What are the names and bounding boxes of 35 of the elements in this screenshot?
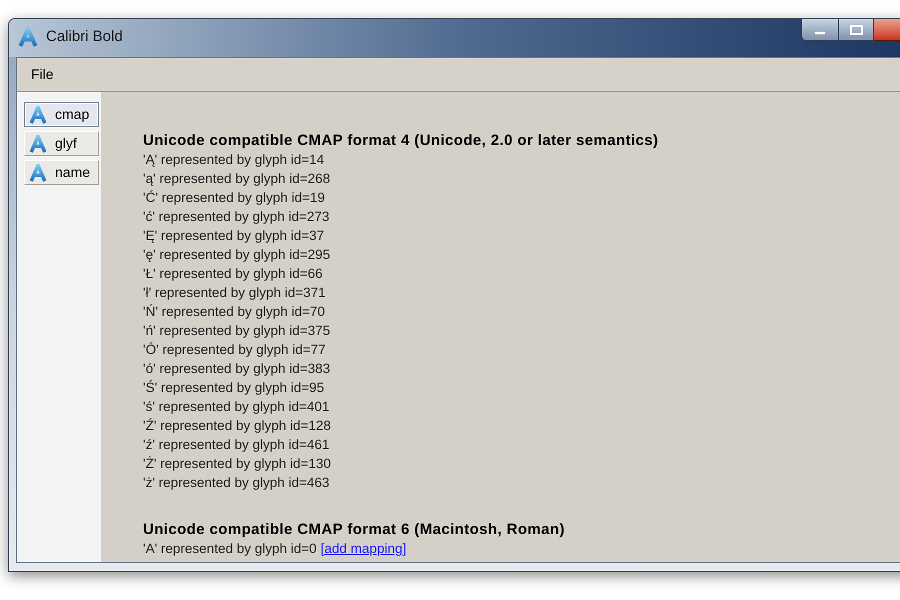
- sidebar-button[interactable]: cmap: [24, 102, 99, 127]
- glyph-mapping-text: 'ę' represented by glyph id=295: [143, 246, 330, 264]
- glyph-mapping-text: 'Ż' represented by glyph id=130: [143, 455, 331, 473]
- glyph-mapping-text: 'Ś' represented by glyph id=95: [143, 378, 324, 397]
- glyph-mapping-text: 'ó' represented by glyph id=383: [143, 360, 330, 378]
- sidebar-button[interactable]: glyf: [24, 131, 99, 156]
- glyph-mapping-text: 'Ę' represented by glyph id=37: [143, 227, 324, 245]
- minimize-icon: [814, 30, 826, 34]
- maximize-button[interactable]: [839, 19, 874, 41]
- glyph-mapping-text: 'ź' represented by glyph id=461: [143, 436, 330, 454]
- section-heading: Unicode compatible CMAP format 4 (Unicode, 2.0 or later semantics): [143, 131, 658, 150]
- sidebar-button[interactable]: name: [24, 160, 99, 185]
- glyph-mapping-text: 'Ź' represented by glyph id=128: [143, 417, 331, 435]
- font-icon: [18, 27, 38, 47]
- glyph-mapping-text: 'ć' represented by glyph id=273: [143, 208, 330, 226]
- glyph-mapping-text: 'ń' represented by glyph id=375: [143, 322, 330, 340]
- font-icon: [29, 106, 47, 124]
- font-icon: [29, 134, 47, 152]
- window-title: Calibri Bold: [46, 26, 123, 47]
- glyph-mapping-text: 'Ą' represented by glyph id=14: [143, 151, 324, 169]
- glyph-mapping-text: 'Ń' represented by glyph id=70: [143, 303, 325, 321]
- add-mapping-link[interactable]: [add mapping]: [320, 539, 406, 558]
- glyph-mapping-text: 'ą' represented by glyph id=268: [143, 170, 330, 188]
- glyph-mapping-text: 'Ł' represented by glyph id=66: [143, 265, 323, 283]
- section-heading: Unicode compatible CMAP format 6 (Macintosh, Roman): [143, 520, 565, 539]
- glyph-mapping-text: 'ł' represented by glyph id=371: [143, 284, 326, 302]
- glyph-mapping-text: 'A' represented by glyph id=0: [143, 540, 317, 558]
- glyph-mapping-text: 'Ó' represented by glyph id=77: [143, 341, 326, 359]
- maximize-icon: [850, 24, 862, 34]
- minimize-button[interactable]: [801, 19, 839, 41]
- glyph-mapping-text: 'Ć' represented by glyph id=19: [143, 189, 325, 207]
- glyph-mapping-text: 'ż' represented by glyph id=463: [143, 474, 330, 492]
- glyph-mapping-text: 'ś' represented by glyph id=401: [143, 398, 330, 416]
- font-icon: [29, 164, 47, 182]
- menu-item[interactable]: File: [30, 64, 55, 85]
